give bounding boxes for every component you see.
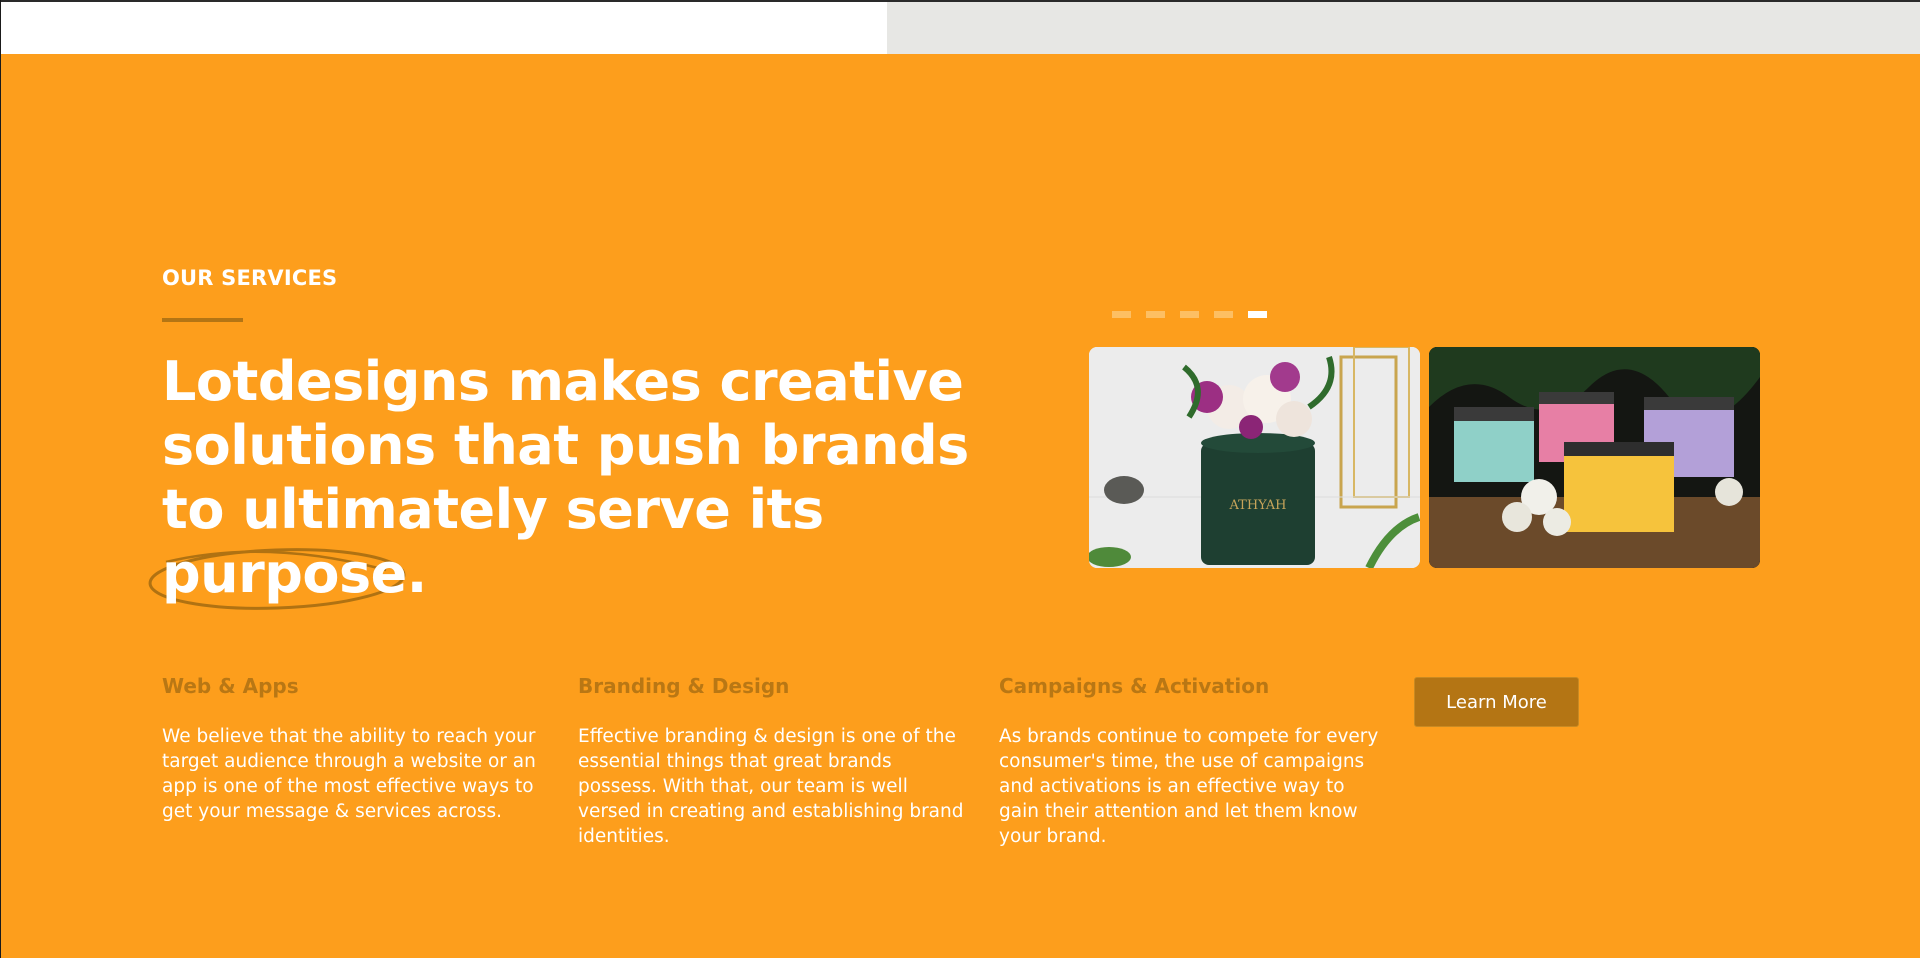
section-eyebrow: OUR SERVICES <box>162 266 338 290</box>
service-title: Campaigns & Activation <box>999 674 1270 698</box>
headline-highlight: purpose. <box>148 542 427 610</box>
service-description: As brands continue to compete for every … <box>999 726 1379 847</box>
carousel-dot[interactable] <box>1112 311 1131 318</box>
carousel-dot[interactable] <box>1146 311 1165 318</box>
service-description: We believe that the ability to reach you… <box>162 726 536 822</box>
card-brand-text: ATHYAH <box>1229 498 1287 513</box>
carousel-pagination <box>1112 311 1267 318</box>
learn-more-button[interactable]: Learn More <box>1414 677 1579 727</box>
top-bar-left <box>1 2 887 54</box>
eyebrow-underline <box>162 318 243 322</box>
section-headline: Lotdesigns makes creative solutions that… <box>148 350 1002 610</box>
carousel-card-packaging[interactable] <box>1429 347 1760 568</box>
carousel-dot[interactable] <box>1180 311 1199 318</box>
service-branding-design: Branding & Design Effective branding & d… <box>578 674 968 849</box>
service-web-apps: Web & Apps We believe that the ability t… <box>162 674 542 824</box>
flower-box-image: ATHYAH <box>1089 347 1420 568</box>
service-title: Branding & Design <box>578 674 790 698</box>
service-description: Effective branding & design is one of th… <box>578 726 964 847</box>
packaging-image <box>1429 347 1760 568</box>
carousel-dot-active[interactable] <box>1248 311 1267 318</box>
service-campaigns-activation: Campaigns & Activation As brands continu… <box>999 674 1389 849</box>
headline-text: Lotdesigns makes creative solutions that… <box>162 350 969 541</box>
carousel-card-flower-box[interactable]: ATHYAH <box>1089 347 1420 568</box>
top-bar <box>1 0 1920 54</box>
service-title: Web & Apps <box>162 674 299 698</box>
headline-highlight-word: purpose. <box>162 542 427 605</box>
top-bar-right <box>887 2 1920 54</box>
carousel-dot[interactable] <box>1214 311 1233 318</box>
